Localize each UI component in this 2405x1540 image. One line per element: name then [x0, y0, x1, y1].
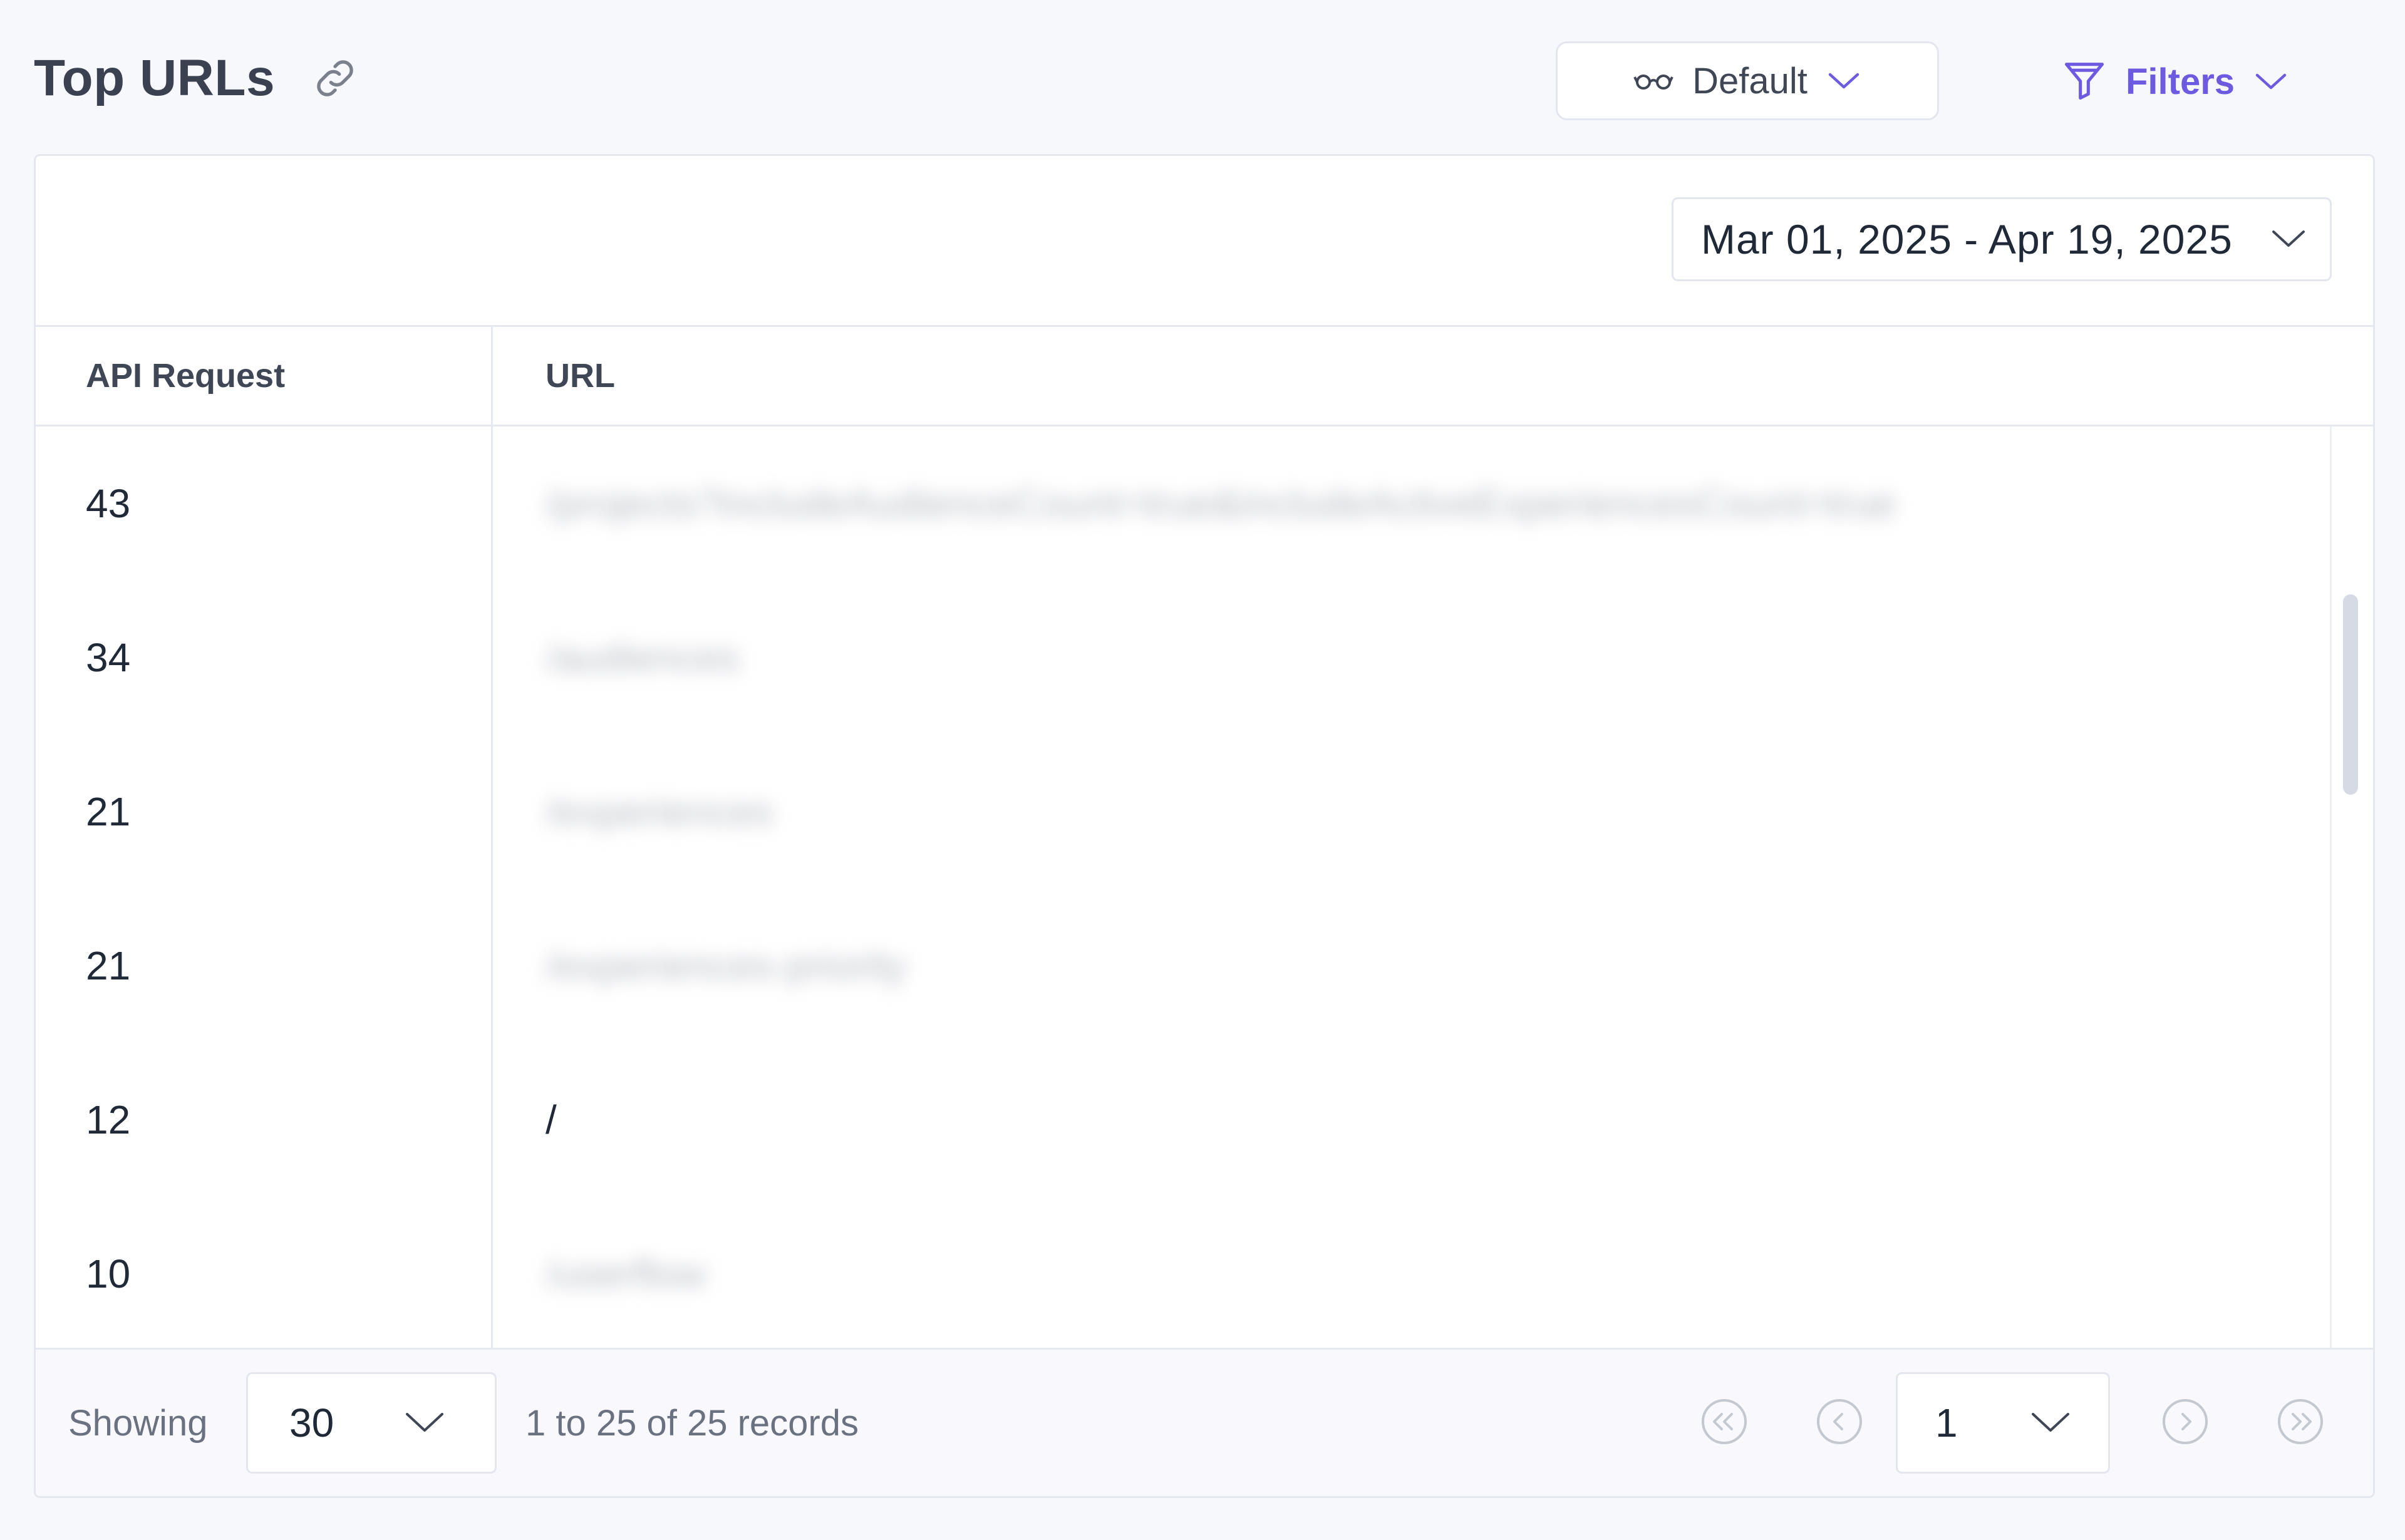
- page-size-select[interactable]: 30: [246, 1372, 497, 1474]
- chevron-down-icon: [2028, 1408, 2073, 1439]
- api-request-count: 21: [86, 943, 131, 988]
- api-request-count: 12: [86, 1097, 131, 1142]
- date-range-label: Mar 01, 2025 - Apr 19, 2025: [1701, 216, 2233, 262]
- page-size-value: 30: [289, 1400, 334, 1445]
- table-row[interactable]: 34 /audiences: [36, 581, 2335, 735]
- url-cell: /experiences-priority: [546, 943, 907, 988]
- api-request-count: 43: [86, 481, 131, 526]
- chevron-down-icon: [1825, 67, 1863, 95]
- url-cell: /experiences: [546, 789, 773, 834]
- url-cell: /audiences: [546, 635, 740, 680]
- vertical-scrollbar[interactable]: [2330, 426, 2373, 1353]
- chevron-down-icon: [402, 1408, 447, 1439]
- next-page-button[interactable]: [2160, 1398, 2210, 1448]
- filters-label: Filters: [2126, 61, 2235, 102]
- chevron-down-icon: [2268, 225, 2309, 254]
- page-header: Top URLs: [34, 38, 360, 119]
- date-range-picker[interactable]: Mar 01, 2025 - Apr 19, 2025: [1672, 197, 2332, 281]
- chevron-right-icon: [2160, 1397, 2210, 1450]
- table-header: API Request URL: [36, 327, 2373, 426]
- showing-label: Showing: [68, 1402, 208, 1444]
- view-select-label: Default: [1692, 60, 1808, 101]
- filters-button[interactable]: Filters: [2061, 45, 2290, 118]
- records-summary: 1 to 25 of 25 records: [525, 1402, 859, 1444]
- filter-icon: [2061, 56, 2108, 107]
- top-urls-card: Mar 01, 2025 - Apr 19, 2025 API Request …: [34, 154, 2375, 1498]
- glasses-icon: [1632, 67, 1675, 95]
- card-toolbar: Mar 01, 2025 - Apr 19, 2025: [36, 156, 2373, 327]
- api-request-count: 21: [86, 789, 131, 834]
- chevron-down-icon: [2252, 68, 2290, 96]
- table-row[interactable]: 12 /: [36, 1043, 2335, 1197]
- link-icon[interactable]: [310, 53, 360, 103]
- api-request-count: 34: [86, 635, 131, 680]
- table-row[interactable]: 43 /projects?includeAudienceCount=true&i…: [36, 426, 2335, 581]
- table-body: 43 /projects?includeAudienceCount=true&i…: [36, 426, 2335, 1353]
- table-row[interactable]: 21 /experiences: [36, 735, 2335, 889]
- previous-page-button[interactable]: [1814, 1398, 1865, 1448]
- scrollbar-thumb[interactable]: [2343, 594, 2358, 795]
- url-cell: /userflow: [546, 1251, 706, 1296]
- double-chevron-left-icon: [1699, 1397, 1749, 1450]
- page-number-select[interactable]: 1: [1896, 1372, 2110, 1474]
- api-request-count: 10: [86, 1251, 131, 1296]
- chevron-left-icon: [1814, 1397, 1865, 1450]
- view-select[interactable]: Default: [1556, 41, 1939, 120]
- table-row[interactable]: 21 /experiences-priority: [36, 889, 2335, 1043]
- table-row[interactable]: 10 /userflow: [36, 1197, 2335, 1351]
- double-chevron-right-icon: [2275, 1397, 2325, 1450]
- column-header-url[interactable]: URL: [493, 327, 2373, 425]
- last-page-button[interactable]: [2275, 1398, 2325, 1448]
- current-page-value: 1: [1935, 1400, 1958, 1445]
- column-header-api-request[interactable]: API Request: [36, 327, 493, 425]
- table-footer: Showing 30 1 to 25 of 25 records 1: [36, 1348, 2373, 1496]
- url-cell: /projects?includeAudienceCount=true&incl…: [546, 481, 1896, 526]
- first-page-button[interactable]: [1699, 1398, 1749, 1448]
- url-cell: /: [546, 1097, 557, 1142]
- page-title: Top URLs: [34, 49, 276, 106]
